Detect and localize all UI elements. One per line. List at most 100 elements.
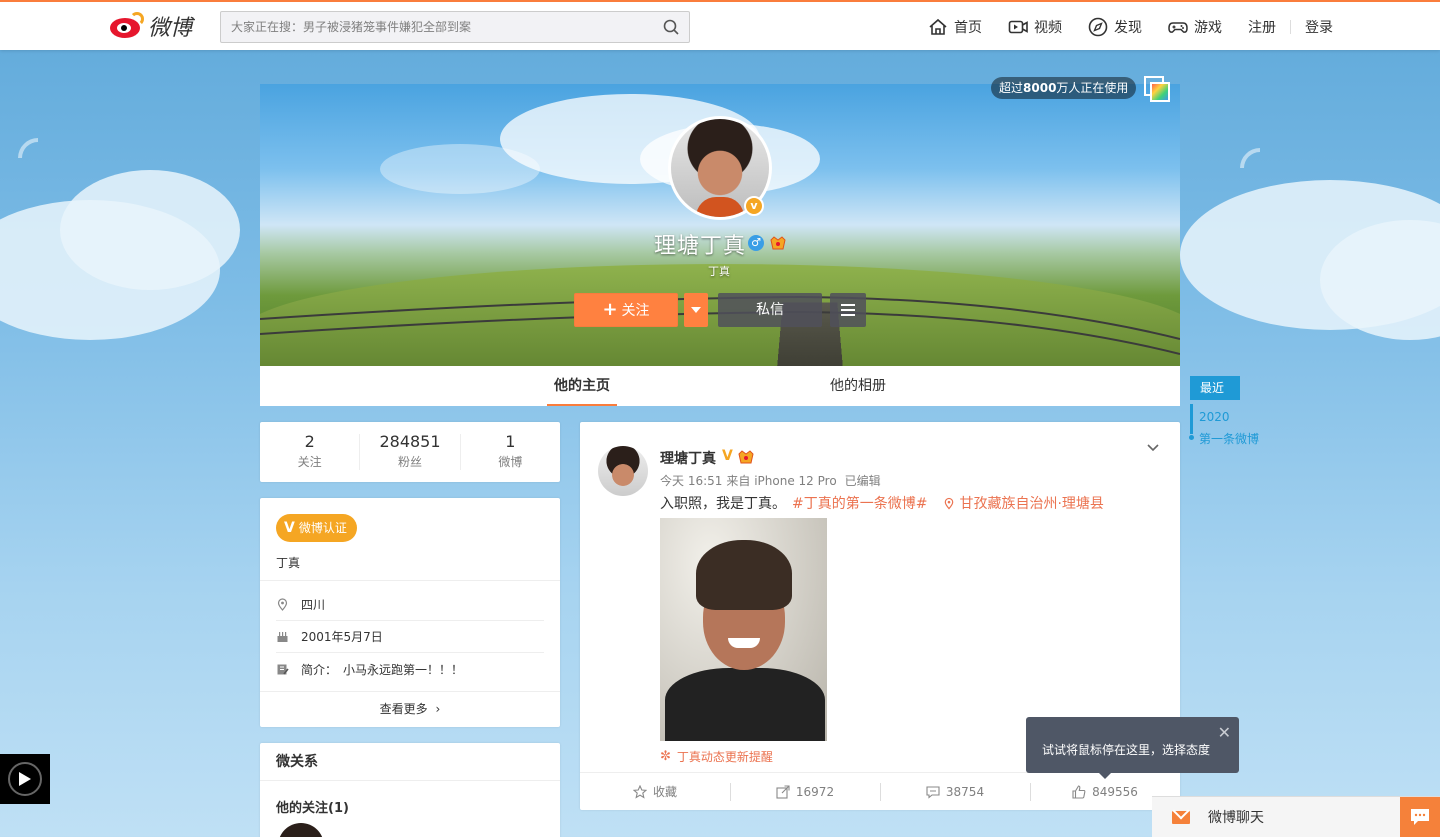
location-pin-icon	[945, 497, 954, 509]
location-text: 四川	[301, 598, 326, 612]
favorite-label: 收藏	[652, 785, 677, 799]
post-location-text: 甘孜藏族自治州·理塘县	[959, 496, 1104, 512]
profile-tabs: 他的主页 他的相册	[260, 366, 1180, 406]
follow-button[interactable]: + 关注	[574, 293, 678, 327]
top-navigation-bar: 微博 首页 视频 发现 游戏 注册 登录	[0, 0, 1440, 50]
users-count-badge: 超过8000万人正在使用	[991, 77, 1137, 99]
post-author-name[interactable]: 理塘丁真	[660, 448, 716, 468]
nav-divider	[1290, 20, 1291, 34]
post-author-avatar[interactable]	[598, 446, 648, 496]
nav-video[interactable]: 视频	[1008, 17, 1062, 37]
stat-posts[interactable]: 1 微博	[461, 432, 560, 470]
stat-following[interactable]: 2 关注	[260, 432, 361, 470]
more-menu-button[interactable]	[830, 293, 866, 327]
edit-note-icon	[277, 664, 289, 674]
divider	[260, 580, 560, 581]
follow-dropdown-button[interactable]	[684, 293, 708, 327]
relations-title: 微关系	[260, 743, 560, 781]
like-icon	[1072, 784, 1086, 799]
favorite-button[interactable]: 收藏	[580, 773, 730, 810]
vip-member-icon[interactable]	[770, 236, 786, 250]
post-image[interactable]	[660, 518, 827, 741]
users-badge-number: 8000	[1023, 81, 1057, 95]
info-birthday: 2001年5月7日	[276, 621, 544, 653]
timeline-recent[interactable]: 最近	[1190, 376, 1240, 400]
verified-v-icon: V	[284, 520, 295, 536]
home-icon	[929, 18, 947, 35]
repost-count: 16972	[795, 784, 835, 799]
chat-label: 微博聊天	[1208, 810, 1264, 826]
nav-home[interactable]: 首页	[928, 17, 982, 37]
cake-icon	[277, 632, 288, 642]
location-pin-icon	[277, 598, 288, 611]
caret-down-icon	[691, 307, 701, 313]
male-gender-icon: ♂	[748, 235, 764, 251]
search-icon[interactable]	[663, 19, 679, 35]
timeline-year[interactable]: 2020	[1190, 410, 1259, 424]
weibo-verified-badge[interactable]: V 微博认证	[276, 514, 357, 542]
timeline-nav: 最近 2020 第一条微博	[1188, 376, 1259, 447]
repost-button[interactable]: 16972	[730, 773, 880, 810]
share-icon	[776, 784, 790, 799]
nav-games-label: 游戏	[1194, 20, 1222, 36]
weibo-eye-icon	[108, 12, 144, 40]
update-reminder-link[interactable]: ✼ 丁真动态更新提醒	[660, 748, 773, 765]
reaction-tooltip: 试试将鼠标停在这里，选择态度 ✕	[1026, 717, 1239, 779]
post-edited[interactable]: 已编辑	[845, 472, 881, 489]
profile-info-card: V 微博认证 丁真 四川 2001年5月7日 简介： 小马永远跑第一！！！ 查看…	[260, 498, 560, 727]
profile-stats: 2 关注 284851 粉丝 1 微博	[260, 422, 560, 482]
nav-games[interactable]: 游戏	[1168, 17, 1222, 37]
verify-description: 丁真	[276, 556, 301, 570]
view-more-link[interactable]: 查看更多 ›	[260, 691, 560, 727]
stat-value: 284851	[379, 432, 441, 451]
post-text: 入职照，我是丁真。 #丁真的第一条微博# 甘孜藏族自治州·理塘县	[660, 493, 1104, 513]
star-icon	[632, 784, 647, 799]
plus-icon: +	[602, 299, 618, 320]
stat-label: 微博	[498, 455, 523, 469]
search-input[interactable]	[221, 12, 641, 42]
tab-album[interactable]: 他的相册	[823, 366, 893, 406]
post-time[interactable]: 今天 16:51	[660, 472, 722, 489]
timeline-first-post[interactable]: 第一条微博	[1188, 430, 1259, 447]
logo-text: 微博	[148, 16, 193, 41]
compass-icon	[1088, 17, 1108, 37]
background-wifi-decoration	[9, 129, 67, 187]
like-count: 849556	[1092, 784, 1138, 799]
verify-label: 微博认证	[298, 521, 347, 535]
gamepad-icon	[1168, 22, 1188, 33]
post-source: 来自 iPhone 12 Pro	[726, 474, 837, 488]
video-player-widget[interactable]	[0, 754, 50, 804]
weibo-chat-bar[interactable]: 微博聊天	[1152, 796, 1440, 837]
following-title[interactable]: 他的关注(1)	[260, 781, 560, 816]
background-cloud	[60, 170, 240, 290]
play-icon	[8, 762, 42, 796]
users-badge-prefix: 超过	[999, 81, 1024, 95]
post-location[interactable]: 甘孜藏族自治州·理塘县	[943, 493, 1104, 513]
chat-bubble-icon[interactable]	[1400, 796, 1440, 837]
post-meta: 今天 16:51 来自 iPhone 12 Pro 已编辑	[660, 472, 881, 489]
remind-label: 丁真动态更新提醒	[676, 750, 773, 764]
nav-home-label: 首页	[954, 20, 982, 36]
post-hashtag[interactable]: #丁真的第一条微博#	[792, 493, 927, 513]
nav-video-label: 视频	[1034, 20, 1062, 36]
private-message-button[interactable]: 私信	[718, 293, 822, 327]
follow-label: 关注	[621, 303, 650, 319]
chevron-right-icon: ›	[435, 702, 441, 716]
register-link[interactable]: 注册	[1248, 17, 1276, 37]
chevron-down-icon[interactable]	[1146, 440, 1160, 454]
verified-v-icon: v	[744, 196, 764, 216]
skin-palette-icon[interactable]	[1144, 76, 1170, 102]
main-nav: 首页 视频 发现 游戏 注册 登录	[928, 2, 1333, 52]
stat-value: 1	[505, 432, 516, 451]
nav-discover[interactable]: 发现	[1088, 17, 1142, 37]
birthday-text: 2001年5月7日	[301, 630, 383, 644]
tab-home[interactable]: 他的主页	[547, 366, 617, 406]
comment-button[interactable]: 38754	[880, 773, 1030, 810]
stat-label: 关注	[297, 455, 322, 469]
login-link[interactable]: 登录	[1305, 17, 1333, 37]
stat-followers[interactable]: 284851 粉丝	[360, 432, 461, 470]
close-icon[interactable]: ✕	[1218, 723, 1231, 742]
weibo-logo[interactable]: 微博	[108, 10, 192, 42]
stat-label: 粉丝	[397, 455, 422, 469]
vip-member-icon[interactable]	[738, 450, 754, 464]
